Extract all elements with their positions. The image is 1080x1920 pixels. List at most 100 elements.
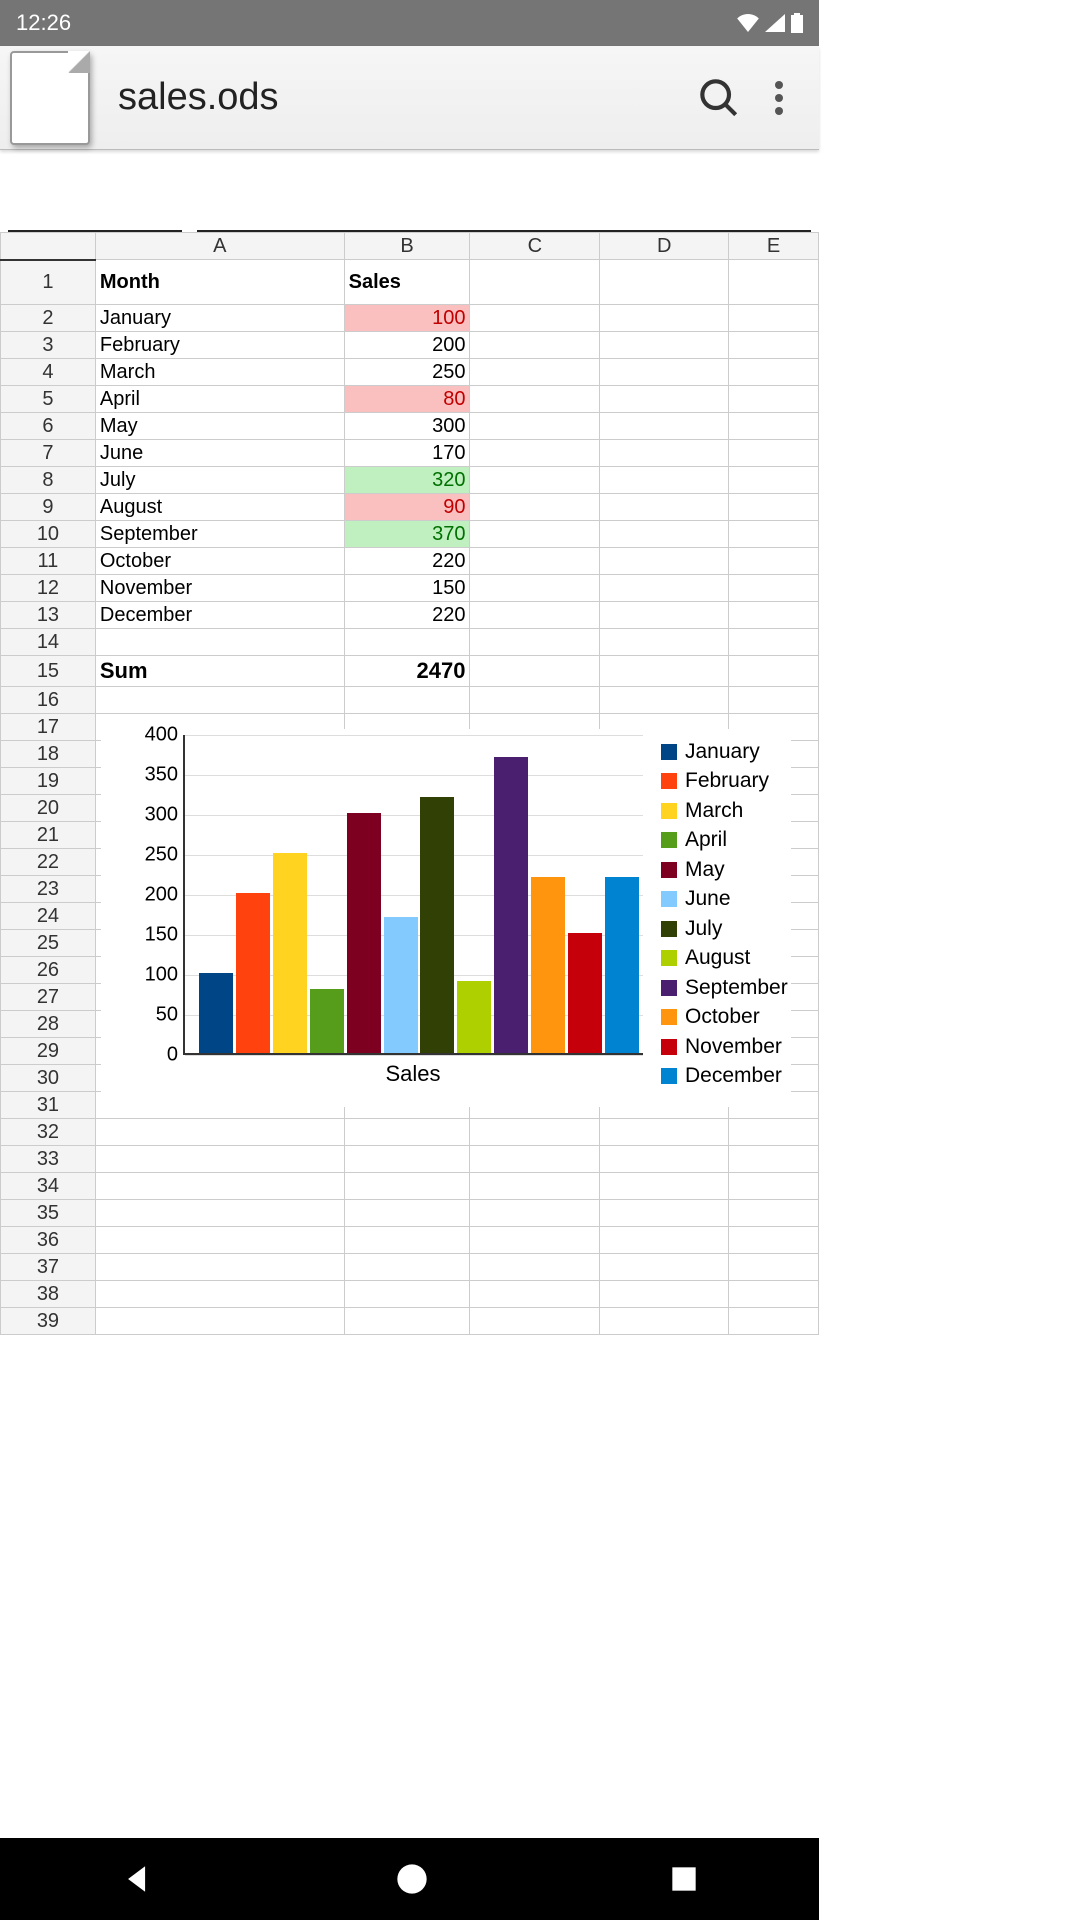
cell-E33[interactable] bbox=[729, 1146, 819, 1173]
cell-A11[interactable]: October bbox=[95, 548, 344, 575]
row-header-25[interactable]: 25 bbox=[1, 930, 96, 957]
cell-B36[interactable] bbox=[344, 1227, 470, 1254]
cell-D12[interactable] bbox=[600, 575, 729, 602]
cell-E16[interactable] bbox=[729, 687, 819, 714]
row-header-2[interactable]: 2 bbox=[1, 305, 96, 332]
spreadsheet[interactable]: A B C D E 1MonthSales2January1003Februar… bbox=[0, 232, 819, 1335]
cell-A4[interactable]: March bbox=[95, 359, 344, 386]
cell-B14[interactable] bbox=[344, 629, 470, 656]
row-header-3[interactable]: 3 bbox=[1, 332, 96, 359]
cell-E38[interactable] bbox=[729, 1281, 819, 1308]
cell-A12[interactable]: November bbox=[95, 575, 344, 602]
cell-B8[interactable]: 320 bbox=[344, 467, 470, 494]
row-header-8[interactable]: 8 bbox=[1, 467, 96, 494]
cell-B39[interactable] bbox=[344, 1308, 470, 1335]
cell-D16[interactable] bbox=[600, 687, 729, 714]
row-header-27[interactable]: 27 bbox=[1, 984, 96, 1011]
cell-B6[interactable]: 300 bbox=[344, 413, 470, 440]
cell-A6[interactable]: May bbox=[95, 413, 344, 440]
row-header-7[interactable]: 7 bbox=[1, 440, 96, 467]
row-header-14[interactable]: 14 bbox=[1, 629, 96, 656]
cell-A37[interactable] bbox=[95, 1254, 344, 1281]
nav-home-icon[interactable] bbox=[396, 1863, 428, 1895]
col-header-C[interactable]: C bbox=[470, 233, 600, 260]
cell-D35[interactable] bbox=[600, 1200, 729, 1227]
cell-B13[interactable]: 220 bbox=[344, 602, 470, 629]
cell-B11[interactable]: 220 bbox=[344, 548, 470, 575]
chart[interactable]: 050100150200250300350400 Sales JanuaryFe… bbox=[101, 729, 791, 1107]
row-header-17[interactable]: 17 bbox=[1, 714, 96, 741]
cell-E8[interactable] bbox=[729, 467, 819, 494]
cell-D39[interactable] bbox=[600, 1308, 729, 1335]
cell-D1[interactable] bbox=[600, 260, 729, 305]
row-header-20[interactable]: 20 bbox=[1, 795, 96, 822]
row-header-5[interactable]: 5 bbox=[1, 386, 96, 413]
cell-D32[interactable] bbox=[600, 1119, 729, 1146]
cell-A2[interactable]: January bbox=[95, 305, 344, 332]
cell-B9[interactable]: 90 bbox=[344, 494, 470, 521]
cell-B33[interactable] bbox=[344, 1146, 470, 1173]
col-header-B[interactable]: B bbox=[344, 233, 470, 260]
overflow-menu-button[interactable] bbox=[749, 68, 809, 128]
search-button[interactable] bbox=[689, 68, 749, 128]
cell-A10[interactable]: September bbox=[95, 521, 344, 548]
row-header-23[interactable]: 23 bbox=[1, 876, 96, 903]
cell-E10[interactable] bbox=[729, 521, 819, 548]
cell-B2[interactable]: 100 bbox=[344, 305, 470, 332]
cell-E32[interactable] bbox=[729, 1119, 819, 1146]
cell-D8[interactable] bbox=[600, 467, 729, 494]
cell-C10[interactable] bbox=[470, 521, 600, 548]
cell-D13[interactable] bbox=[600, 602, 729, 629]
row-header-32[interactable]: 32 bbox=[1, 1119, 96, 1146]
row-header-34[interactable]: 34 bbox=[1, 1173, 96, 1200]
cell-D15[interactable] bbox=[600, 656, 729, 687]
cell-A7[interactable]: June bbox=[95, 440, 344, 467]
row-header-11[interactable]: 11 bbox=[1, 548, 96, 575]
cell-B3[interactable]: 200 bbox=[344, 332, 470, 359]
row-header-31[interactable]: 31 bbox=[1, 1092, 96, 1119]
cell-C33[interactable] bbox=[470, 1146, 600, 1173]
row-header-21[interactable]: 21 bbox=[1, 822, 96, 849]
cell-C2[interactable] bbox=[470, 305, 600, 332]
cell-B12[interactable]: 150 bbox=[344, 575, 470, 602]
nav-back-icon[interactable] bbox=[121, 1862, 155, 1896]
cell-A13[interactable]: December bbox=[95, 602, 344, 629]
row-header-38[interactable]: 38 bbox=[1, 1281, 96, 1308]
cell-B7[interactable]: 170 bbox=[344, 440, 470, 467]
document-icon[interactable] bbox=[10, 51, 90, 145]
cell-C12[interactable] bbox=[470, 575, 600, 602]
cell-E6[interactable] bbox=[729, 413, 819, 440]
cell-E37[interactable] bbox=[729, 1254, 819, 1281]
cell-D10[interactable] bbox=[600, 521, 729, 548]
formula-bar-area[interactable] bbox=[0, 150, 819, 232]
cell-B38[interactable] bbox=[344, 1281, 470, 1308]
cell-A14[interactable] bbox=[95, 629, 344, 656]
cell-B16[interactable] bbox=[344, 687, 470, 714]
row-header-26[interactable]: 26 bbox=[1, 957, 96, 984]
row-header-35[interactable]: 35 bbox=[1, 1200, 96, 1227]
cell-D33[interactable] bbox=[600, 1146, 729, 1173]
row-header-4[interactable]: 4 bbox=[1, 359, 96, 386]
row-header-1[interactable]: 1 bbox=[1, 260, 96, 305]
cell-A5[interactable]: April bbox=[95, 386, 344, 413]
cell-D2[interactable] bbox=[600, 305, 729, 332]
cell-A36[interactable] bbox=[95, 1227, 344, 1254]
cell-D5[interactable] bbox=[600, 386, 729, 413]
cell-A34[interactable] bbox=[95, 1173, 344, 1200]
cell-D38[interactable] bbox=[600, 1281, 729, 1308]
col-header-E[interactable]: E bbox=[729, 233, 819, 260]
cell-A15[interactable]: Sum bbox=[95, 656, 344, 687]
cell-E15[interactable] bbox=[729, 656, 819, 687]
cell-A9[interactable]: August bbox=[95, 494, 344, 521]
cell-A8[interactable]: July bbox=[95, 467, 344, 494]
cell-E13[interactable] bbox=[729, 602, 819, 629]
row-header-33[interactable]: 33 bbox=[1, 1146, 96, 1173]
cell-A1[interactable]: Month bbox=[95, 260, 344, 305]
cell-A32[interactable] bbox=[95, 1119, 344, 1146]
row-header-19[interactable]: 19 bbox=[1, 768, 96, 795]
cell-C14[interactable] bbox=[470, 629, 600, 656]
row-header-24[interactable]: 24 bbox=[1, 903, 96, 930]
cell-E36[interactable] bbox=[729, 1227, 819, 1254]
cell-A35[interactable] bbox=[95, 1200, 344, 1227]
row-header-15[interactable]: 15 bbox=[1, 656, 96, 687]
